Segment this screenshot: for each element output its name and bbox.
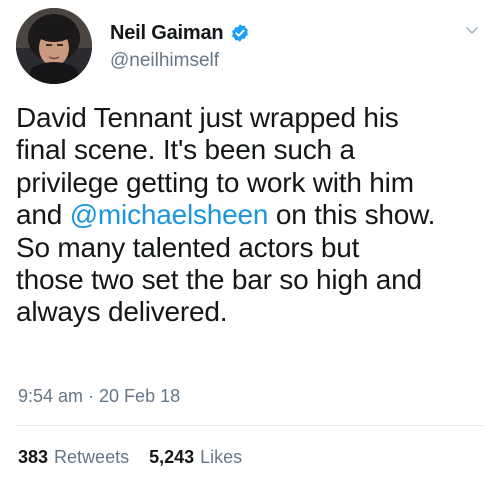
- author-display-name[interactable]: Neil Gaiman: [110, 22, 224, 45]
- retweets-stat[interactable]: 383 Retweets: [18, 447, 129, 468]
- retweets-label: Retweets: [54, 447, 130, 467]
- avatar-photo: [16, 8, 92, 84]
- tweet-text-segment: and: [16, 199, 70, 231]
- tweet-text: David Tennant just wrapped his final sce…: [16, 102, 486, 329]
- retweets-count: 383: [18, 447, 49, 467]
- divider: [16, 425, 484, 426]
- tweet-text-line: final scene. It's been such a: [16, 134, 355, 166]
- author-name-row[interactable]: Neil Gaiman: [110, 20, 250, 46]
- likes-stat[interactable]: 5,243 Likes: [149, 447, 242, 468]
- chevron-down-icon[interactable]: [464, 22, 480, 38]
- tweet-stats: 383 Retweets 5,243 Likes: [18, 447, 242, 468]
- tweet-timestamp[interactable]: 9:54 am · 20 Feb 18: [18, 386, 180, 407]
- tweet-text-segment: on this show.: [268, 199, 436, 231]
- tweet-text-line: David Tennant just wrapped his: [16, 102, 399, 133]
- avatar[interactable]: [16, 8, 92, 84]
- tweet-text-line: So many talented actors but: [16, 231, 360, 263]
- mention-link[interactable]: @michaelsheen: [70, 199, 269, 230]
- tweet-text-line: those two set the bar so high and: [16, 264, 422, 296]
- tweet-text-line: privilege getting to work with him: [16, 166, 414, 198]
- tweet-text-line: and @michaelsheen on this show.: [16, 199, 486, 231]
- tweet-text-line: always delivered.: [16, 296, 228, 328]
- author-handle[interactable]: @neilhimself: [110, 50, 219, 72]
- likes-label: Likes: [200, 447, 243, 467]
- tweet-card: Neil Gaiman @neilhimself David Tennant j…: [0, 0, 500, 490]
- verified-badge-icon: [230, 23, 250, 43]
- likes-count: 5,243: [149, 447, 195, 467]
